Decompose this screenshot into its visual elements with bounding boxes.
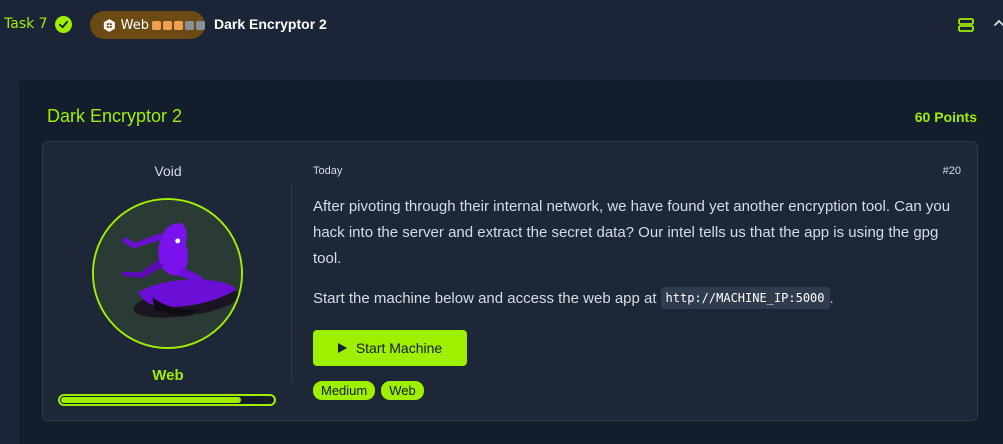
challenge-date: Today [313,165,343,177]
tag-list: Medium Web [313,381,424,400]
web-icon [103,18,115,32]
start-machine-label: Start Machine [355,340,443,356]
top-bar: Task 7 Web Dark Encryptor 2 [0,0,1003,50]
progress-bar [58,394,276,406]
author-category: Web [152,367,184,384]
points-label: 60 Points [914,109,977,125]
check-circle-icon [55,16,72,33]
difficulty-dot [196,20,205,30]
start-machine-button[interactable]: Start Machine [313,330,467,366]
options-menu-icon[interactable] [957,16,975,34]
challenge-panel: Dark Encryptor 2 60 Points Void Web Toda… [19,80,1003,444]
difficulty-dot [185,20,194,30]
divider [291,182,292,382]
start-text: Start the machine below and access the w… [313,289,657,307]
challenge-description: After pivoting through their internal ne… [313,198,951,267]
chevron-up-icon[interactable] [992,16,1003,30]
start-suffix: . [829,289,834,307]
author-name[interactable]: Void [43,163,293,179]
tag-category[interactable]: Web [381,381,424,400]
room-title: Dark Encryptor 2 [214,16,327,32]
difficulty-dot [174,20,183,30]
start-instructions: Start the machine below and access the w… [313,287,834,309]
play-icon [337,343,347,353]
task-label[interactable]: Task 7 [4,16,48,32]
challenge-number: #20 [942,165,961,177]
challenge-card: Void Web Today #20 After pivoting throug… [42,141,978,421]
tag-difficulty[interactable]: Medium [313,381,376,400]
category-pill-label: Web [120,17,149,33]
machine-url: http://MACHINE_IP:5000 [660,287,830,309]
difficulty-indicator [152,20,205,30]
difficulty-dot [152,20,161,30]
progress-fill [61,397,242,403]
category-pill[interactable]: Web [90,11,205,39]
difficulty-dot [163,20,172,30]
author-avatar[interactable] [92,198,243,349]
panel-title: Dark Encryptor 2 [47,106,183,126]
